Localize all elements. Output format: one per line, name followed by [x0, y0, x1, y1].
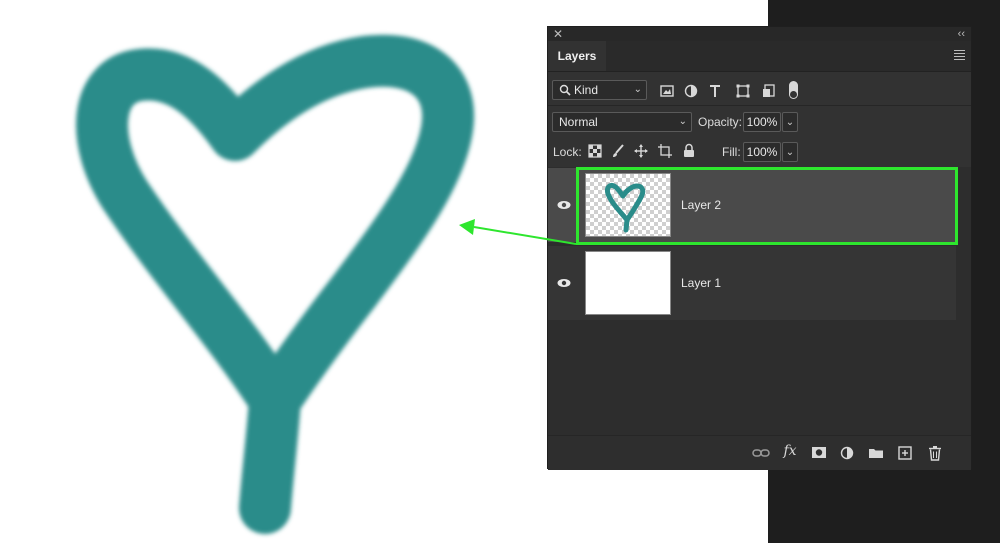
annotation-arrow [459, 219, 577, 245]
